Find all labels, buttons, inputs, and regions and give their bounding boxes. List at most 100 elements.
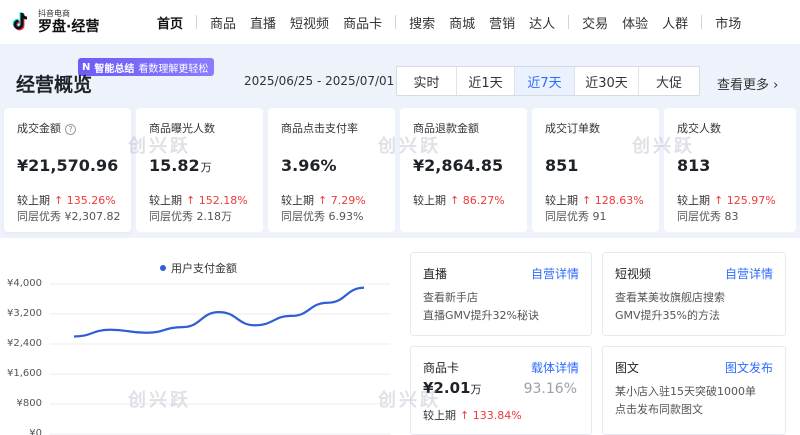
- metric-label: 商品曝光人数: [149, 122, 215, 135]
- compare-label: 较上期: [413, 194, 446, 207]
- compare-label: 较上期: [17, 194, 50, 207]
- ai-summary-badge[interactable]: N 智能总结 看数理解更轻松: [78, 58, 215, 76]
- peer-benchmark: 同层优秀 ¥2,307.82: [17, 210, 121, 223]
- metric-card-gmv[interactable]: 成交金额? ¥21,570.96 较上期 ↑ 135.26% 同层优秀 ¥2,30…: [4, 108, 131, 232]
- tab-realtime[interactable]: 实时: [397, 67, 457, 95]
- metric-value: 813: [677, 156, 711, 175]
- tab-promotion[interactable]: 大促: [639, 67, 699, 95]
- metric-label: 商品点击支付率: [281, 122, 358, 135]
- channel-unit: 万: [470, 383, 482, 396]
- channel-card-short-video: 短视频 自营详情 查看某美妆旗舰店搜索 GMV提升35%的方法: [602, 252, 786, 336]
- metric-card-orders[interactable]: 成交订单数 851 较上期 ↑ 128.63% 同层优秀 91: [532, 108, 659, 232]
- channel-tip[interactable]: 直播GMV提升32%秘诀: [423, 307, 539, 323]
- channel-tip[interactable]: GMV提升35%的方法: [615, 307, 720, 323]
- channel-value: ¥2.01: [423, 379, 471, 397]
- nav-item-experience[interactable]: 体验: [615, 13, 655, 32]
- channel-title: 商品卡: [423, 361, 460, 375]
- metric-value: 851: [545, 156, 579, 175]
- nav-item-product[interactable]: 商品: [203, 13, 243, 32]
- ai-badge-title: 智能总结: [94, 63, 135, 75]
- nav-item-home[interactable]: 首页: [150, 13, 190, 32]
- metric-cards: 成交金额? ¥21,570.96 较上期 ↑ 135.26% 同层优秀 ¥2,30…: [0, 108, 800, 232]
- logo-title: 罗盘·经营: [38, 19, 100, 35]
- payment-trend-chart: 用户支付金额 ¥4,000 ¥3,200 ¥2,400 ¥1,600 ¥800 …: [0, 238, 400, 435]
- metric-card-exposure[interactable]: 商品曝光人数 15.82万 较上期 ↑ 152.18% 同层优秀 2.18万: [136, 108, 263, 232]
- peer-benchmark: 同层优秀 83: [677, 210, 739, 223]
- douyin-logo-icon: [10, 11, 32, 33]
- nav-item-live[interactable]: 直播: [243, 13, 283, 32]
- peer-benchmark: 同层优秀 6.93%: [281, 210, 364, 223]
- nav-item-creator[interactable]: 达人: [522, 13, 562, 32]
- channel-card-live: 直播 自营详情 查看新手店 直播GMV提升32%秘诀: [410, 252, 592, 336]
- metric-value: 15.82: [149, 156, 200, 175]
- channel-tip[interactable]: 某小店入驻15天突破1000单: [615, 383, 756, 399]
- nav-divider: [568, 15, 570, 29]
- channel-card-product-card: 商品卡 载体详情 ¥2.01万 93.16% 较上期 ↑ 133.84%: [410, 346, 592, 435]
- main-nav: 首页 商品 直播 短视频 商品卡 搜索 商城 营销 达人 交易 体验 人群 市场: [150, 0, 748, 44]
- compare-label: 较上期: [423, 409, 456, 422]
- compare-value: ↑ 125.97%: [714, 194, 776, 207]
- channel-share: 93.16%: [523, 381, 577, 397]
- help-icon[interactable]: ?: [65, 124, 76, 135]
- nav-item-search[interactable]: 搜索: [402, 13, 442, 32]
- compare-label: 较上期: [677, 194, 710, 207]
- metric-value: 3.96%: [281, 156, 337, 175]
- bottom-panel: 用户支付金额 ¥4,000 ¥3,200 ¥2,400 ¥1,600 ¥800 …: [0, 238, 800, 435]
- tab-7-days[interactable]: 近7天: [515, 67, 575, 95]
- channel-tip[interactable]: 查看新手店: [423, 289, 478, 305]
- view-more-link[interactable]: 查看更多 ›: [717, 74, 778, 93]
- nav-item-product-card[interactable]: 商品卡: [336, 13, 389, 32]
- channel-detail-link[interactable]: 自营详情: [725, 265, 773, 282]
- compare-label: 较上期: [281, 194, 314, 207]
- metric-value: ¥2,864.85: [413, 156, 504, 175]
- date-range: 2025/06/25 - 2025/07/01: [244, 74, 395, 88]
- nav-item-market[interactable]: 市场: [708, 13, 748, 32]
- channel-title: 直播: [423, 267, 448, 281]
- compare-value: ↑ 128.63%: [582, 194, 644, 207]
- metric-card-refund[interactable]: 商品退款金额 ¥2,864.85 较上期 ↑ 86.27%: [400, 108, 527, 232]
- channel-tip[interactable]: 点击发布同款图文: [615, 401, 703, 417]
- channel-detail-link[interactable]: 图文发布: [725, 359, 773, 376]
- logo[interactable]: 抖音电商 罗盘·经营: [10, 10, 150, 34]
- metric-value: ¥21,570.96: [17, 156, 119, 175]
- tab-1-day[interactable]: 近1天: [457, 67, 515, 95]
- peer-benchmark: 同层优秀 91: [545, 210, 607, 223]
- compare-value: ↑ 7.29%: [318, 194, 366, 207]
- compare-label: 较上期: [545, 194, 578, 207]
- metric-unit: 万: [200, 161, 212, 174]
- tab-30-days[interactable]: 近30天: [575, 67, 639, 95]
- nav-item-short-video[interactable]: 短视频: [283, 13, 336, 32]
- nav-divider: [701, 15, 703, 29]
- page-title: 经营概览: [16, 74, 93, 96]
- compare-value: ↑ 133.84%: [460, 409, 522, 422]
- nav-item-audience[interactable]: 人群: [655, 13, 695, 32]
- compare-value: ↑ 135.26%: [54, 194, 116, 207]
- overview-header: N 智能总结 看数理解更轻松 经营概览 2025/06/25 - 2025/07…: [0, 44, 800, 110]
- time-range-tabs: 实时 近1天 近7天 近30天 大促: [396, 66, 700, 96]
- compare-value: ↑ 86.27%: [450, 194, 505, 207]
- nav-divider: [395, 15, 397, 29]
- metric-card-click-pay-rate[interactable]: 商品点击支付率 3.96% 较上期 ↑ 7.29% 同层优秀 6.93%: [268, 108, 395, 232]
- ai-badge-text: 看数理解更轻松: [138, 63, 209, 75]
- nav-item-marketing[interactable]: 营销: [482, 13, 522, 32]
- nav-item-mall[interactable]: 商城: [442, 13, 482, 32]
- compare-label: 较上期: [149, 194, 182, 207]
- top-navbar: 抖音电商 罗盘·经营 首页 商品 直播 短视频 商品卡 搜索 商城 营销 达人 …: [0, 0, 800, 44]
- metric-label: 成交订单数: [545, 122, 600, 135]
- channel-title: 短视频: [615, 267, 652, 281]
- metric-label: 商品退款金额: [413, 122, 479, 135]
- metric-card-buyers[interactable]: 成交人数 813 较上期 ↑ 125.97% 同层优秀 83: [664, 108, 796, 232]
- compare-value: ↑ 152.18%: [186, 194, 248, 207]
- peer-benchmark: 同层优秀 2.18万: [149, 210, 232, 223]
- channel-title: 图文: [615, 361, 640, 375]
- nav-divider: [196, 15, 198, 29]
- nav-item-trade[interactable]: 交易: [575, 13, 615, 32]
- metric-label: 成交金额: [17, 122, 61, 135]
- chart-plot-area: [50, 283, 390, 435]
- channel-tip[interactable]: 查看某美妆旗舰店搜索: [615, 289, 725, 305]
- channel-detail-link[interactable]: 载体详情: [531, 359, 579, 376]
- metric-label: 成交人数: [677, 122, 721, 135]
- channel-card-image-text: 图文 图文发布 某小店入驻15天突破1000单 点击发布同款图文: [602, 346, 786, 435]
- logo-subtitle: 抖音电商: [38, 9, 70, 18]
- channel-detail-link[interactable]: 自营详情: [531, 265, 579, 282]
